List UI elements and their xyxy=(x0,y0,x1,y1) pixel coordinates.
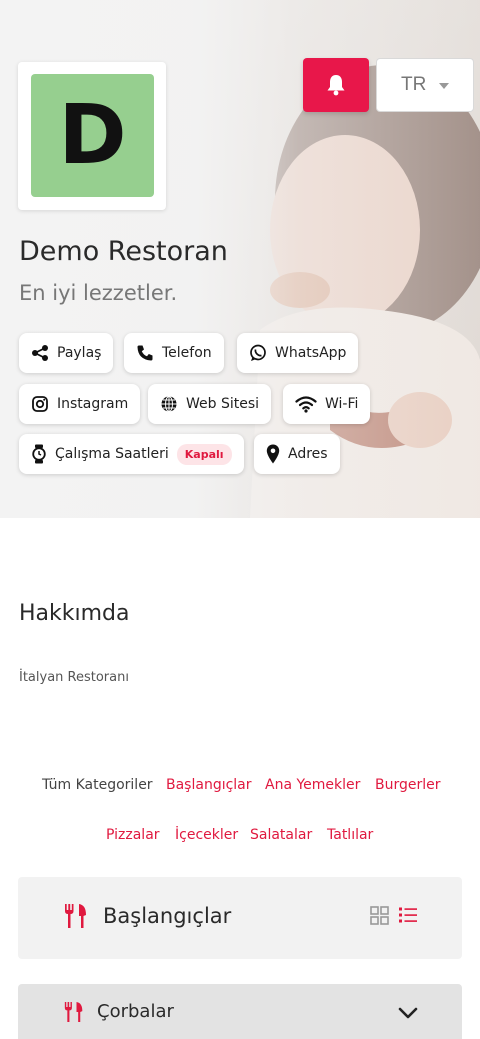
list-icon[interactable] xyxy=(398,906,418,924)
language-selector[interactable]: TR xyxy=(376,58,474,112)
whatsapp-button[interactable]: WhatsApp xyxy=(237,333,359,373)
restaurant-slogan: En iyi lezzetler. xyxy=(19,281,178,305)
logo-letter: D xyxy=(58,87,127,183)
instagram-icon xyxy=(32,396,48,412)
website-button[interactable]: Web Sitesi xyxy=(148,384,272,424)
category-pizzas[interactable]: Pizzalar xyxy=(106,827,160,843)
address-label: Adres xyxy=(288,446,328,462)
phone-button[interactable]: Telefon xyxy=(124,333,224,373)
category-burgers[interactable]: Burgerler xyxy=(375,777,441,793)
share-icon xyxy=(32,345,48,361)
about-text: İtalyan Restoranı xyxy=(19,670,129,685)
whatsapp-icon xyxy=(250,344,266,361)
instagram-label: Instagram xyxy=(57,396,129,412)
whatsapp-label: WhatsApp xyxy=(275,345,347,361)
subsection-accordion[interactable]: Çorbalar xyxy=(18,984,462,1039)
notification-button[interactable] xyxy=(303,58,369,112)
wifi-button[interactable]: Wi-Fi xyxy=(283,384,371,424)
section-title: Başlangıçlar xyxy=(103,904,232,928)
phone-icon xyxy=(137,345,153,361)
address-button[interactable]: Adres xyxy=(254,434,340,474)
map-pin-icon xyxy=(266,444,280,464)
category-desserts[interactable]: Tatlılar xyxy=(327,827,373,843)
caret-down-icon xyxy=(439,83,449,89)
grid-icon[interactable] xyxy=(370,906,389,925)
category-all[interactable]: Tüm Kategoriler xyxy=(42,777,153,793)
watch-icon xyxy=(32,444,46,464)
phone-label: Telefon xyxy=(162,345,212,361)
about-heading: Hakkımda xyxy=(19,601,130,626)
hours-button[interactable]: Çalışma Saatleri Kapalı xyxy=(19,434,244,474)
restaurant-name: Demo Restoran xyxy=(19,236,228,267)
logo-tile: D xyxy=(31,74,154,197)
category-main-courses[interactable]: Ana Yemekler xyxy=(265,777,360,793)
wifi-icon xyxy=(295,396,317,413)
section-header: Başlangıçlar xyxy=(18,877,462,959)
language-label: TR xyxy=(401,74,427,95)
share-button[interactable]: Paylaş xyxy=(19,333,114,373)
globe-icon xyxy=(161,396,177,412)
category-starters[interactable]: Başlangıçlar xyxy=(166,777,252,793)
category-salads[interactable]: Salatalar xyxy=(250,827,312,843)
share-label: Paylaş xyxy=(57,345,102,361)
bell-icon xyxy=(327,75,345,96)
category-drinks[interactable]: İçecekler xyxy=(175,827,238,843)
instagram-button[interactable]: Instagram xyxy=(19,384,141,424)
wifi-label: Wi-Fi xyxy=(325,396,359,412)
utensils-icon xyxy=(64,1002,83,1022)
hours-status-badge: Kapalı xyxy=(176,443,232,465)
utensils-icon xyxy=(65,904,86,928)
hours-label: Çalışma Saatleri xyxy=(55,446,169,462)
website-label: Web Sitesi xyxy=(186,396,260,412)
subsection-title: Çorbalar xyxy=(97,1001,174,1022)
chevron-down-icon[interactable] xyxy=(398,1006,418,1020)
restaurant-logo: D xyxy=(18,62,166,210)
